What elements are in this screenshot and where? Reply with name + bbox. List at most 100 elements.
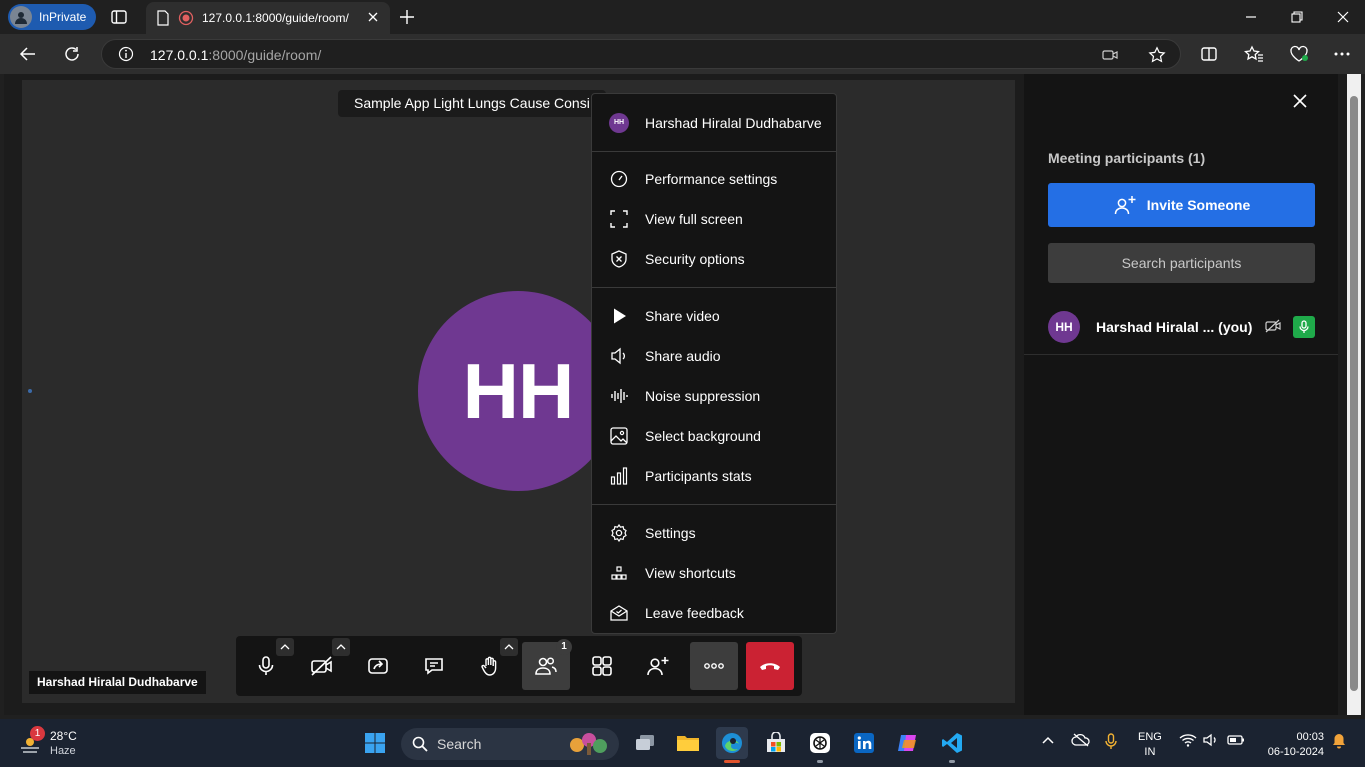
minimize-icon[interactable] xyxy=(1228,0,1274,34)
favorite-star-icon[interactable] xyxy=(1148,46,1166,64)
bar-chart-icon xyxy=(609,466,629,486)
menu-divider xyxy=(592,504,836,505)
linkedin-icon[interactable] xyxy=(848,727,880,759)
more-actions-button[interactable] xyxy=(690,642,738,690)
meeting-subject: Sample App Light Lungs Cause Consi xyxy=(338,90,606,117)
page-scrollbar[interactable] xyxy=(1347,74,1361,715)
reactions-chevron-icon[interactable] xyxy=(500,638,518,656)
windows-start-icon[interactable] xyxy=(359,727,391,759)
participants-panel: Meeting participants (1) Invite Someone … xyxy=(1024,74,1338,715)
audio-settings-chevron-icon[interactable] xyxy=(276,638,294,656)
menu-item-security-options[interactable]: Security options xyxy=(592,239,836,279)
invite-someone-button[interactable]: Invite Someone xyxy=(1048,183,1315,227)
camera-blocked-icon[interactable] xyxy=(1102,47,1118,63)
vscode-icon[interactable] xyxy=(936,727,968,763)
menu-item-leave-feedback[interactable]: Leave feedback xyxy=(592,593,836,633)
image-icon xyxy=(609,426,629,446)
waveform-icon xyxy=(609,386,629,406)
weather-widget[interactable]: 1 28°C Haze xyxy=(16,726,96,760)
tab-active[interactable]: 127.0.0.1:8000/guide/room/ xyxy=(146,2,390,34)
chat-button[interactable] xyxy=(410,642,458,690)
participant-row[interactable]: HH Harshad Hiralal ... (you) xyxy=(1024,307,1338,355)
camera-off-icon xyxy=(1265,318,1281,334)
video-settings-chevron-icon[interactable] xyxy=(332,638,350,656)
close-panel-icon[interactable] xyxy=(1287,88,1313,114)
fullscreen-icon xyxy=(609,209,629,229)
invite-people-button[interactable] xyxy=(634,642,682,690)
split-screen-icon[interactable] xyxy=(1194,40,1224,68)
shield-icon xyxy=(609,249,629,269)
participant-avatar: HH xyxy=(418,291,618,491)
left-gutter xyxy=(8,80,22,703)
taskbar-clock[interactable]: 00:03 06-10-2024 xyxy=(1258,730,1324,760)
microphone-in-use-icon[interactable] xyxy=(1104,733,1118,751)
menu-item-noise-suppression[interactable]: Noise suppression xyxy=(592,376,836,416)
hangup-button[interactable] xyxy=(746,642,794,690)
participants-count-badge: 1 xyxy=(556,639,572,655)
recording-icon xyxy=(178,10,194,26)
taskbar-search[interactable]: Search xyxy=(401,728,619,760)
chatgpt-icon[interactable] xyxy=(804,727,836,763)
file-explorer-icon[interactable] xyxy=(672,727,704,759)
favorites-icon[interactable] xyxy=(1239,40,1269,68)
site-info-icon[interactable] xyxy=(118,46,134,62)
scrollbar-thumb[interactable] xyxy=(1350,96,1358,691)
address-bar[interactable]: 127.0.0.1:8000/guide/room/ xyxy=(101,39,1181,69)
new-tab-icon[interactable] xyxy=(398,8,416,26)
menu-profile[interactable]: HH Harshad Hiralal Dudhabarve xyxy=(592,94,836,151)
input-language[interactable]: ENG IN xyxy=(1138,730,1162,760)
menu-item-settings[interactable]: Settings xyxy=(592,513,836,553)
search-participants-input[interactable]: Search participants xyxy=(1048,243,1315,283)
wifi-icon[interactable] xyxy=(1179,733,1197,747)
overflow-menu: HH Harshad Hiralal Dudhabarve Performanc… xyxy=(591,93,837,634)
edge-browser-icon[interactable] xyxy=(716,727,748,763)
microsoft-store-icon[interactable] xyxy=(760,727,792,759)
window-edge xyxy=(1361,74,1365,715)
onedrive-offline-icon[interactable] xyxy=(1071,733,1091,747)
restore-icon[interactable] xyxy=(1274,0,1320,34)
volume-icon[interactable] xyxy=(1203,733,1219,747)
weather-temperature: 28°C xyxy=(50,729,77,743)
menu-divider xyxy=(592,151,836,152)
menu-divider xyxy=(592,287,836,288)
menu-item-participants-stats[interactable]: Participants stats xyxy=(592,456,836,496)
tab-actions-icon[interactable] xyxy=(110,8,128,26)
inprivate-button[interactable]: InPrivate xyxy=(8,4,96,30)
windows-taskbar: 1 28°C Haze Search ENG IN 00:03 06-10-20… xyxy=(0,719,1365,767)
profile-avatar-icon xyxy=(10,6,32,28)
menu-user-name: Harshad Hiralal Dudhabarve xyxy=(645,114,822,131)
menu-item-view-shortcuts[interactable]: View shortcuts xyxy=(592,553,836,593)
menu-item-view-full-screen[interactable]: View full screen xyxy=(592,199,836,239)
mic-on-icon xyxy=(1293,316,1315,338)
gauge-icon xyxy=(609,169,629,189)
more-menu-icon[interactable] xyxy=(1327,40,1357,68)
task-view-icon[interactable] xyxy=(629,727,661,759)
close-tab-icon[interactable] xyxy=(366,10,380,24)
menu-item-performance-settings[interactable]: Performance settings xyxy=(592,159,836,199)
copilot-icon[interactable] xyxy=(892,727,924,759)
show-hidden-icons-chevron-icon[interactable] xyxy=(1041,733,1055,747)
tile-view-button[interactable] xyxy=(578,642,626,690)
close-window-icon[interactable] xyxy=(1320,0,1365,34)
back-arrow-icon[interactable] xyxy=(13,40,43,68)
participant-row-name: Harshad Hiralal ... (you) xyxy=(1096,319,1253,335)
battery-icon[interactable] xyxy=(1227,733,1245,747)
shortcuts-icon xyxy=(609,563,629,583)
notifications-bell-icon[interactable] xyxy=(1331,733,1347,749)
weather-condition: Haze xyxy=(50,745,76,757)
gear-icon xyxy=(609,523,629,543)
tab-title: 127.0.0.1:8000/guide/room/ xyxy=(202,11,349,25)
participant-row-avatar: HH xyxy=(1048,311,1080,343)
menu-item-select-background[interactable]: Select background xyxy=(592,416,836,456)
browser-toolbar: 127.0.0.1:8000/guide/room/ xyxy=(0,34,1365,74)
screen-share-button[interactable] xyxy=(354,642,402,690)
feedback-icon xyxy=(609,603,629,623)
menu-avatar: HH xyxy=(609,112,629,133)
browser-essentials-icon[interactable] xyxy=(1284,40,1314,68)
indicator-dot xyxy=(28,389,32,393)
menu-item-share-audio[interactable]: Share audio xyxy=(592,336,836,376)
panel-title: Meeting participants (1) xyxy=(1048,150,1206,166)
browser-tab-bar: InPrivate 127.0.0.1:8000/guide/room/ xyxy=(0,0,1365,34)
refresh-icon[interactable] xyxy=(57,40,87,68)
menu-item-share-video[interactable]: Share video xyxy=(592,296,836,336)
